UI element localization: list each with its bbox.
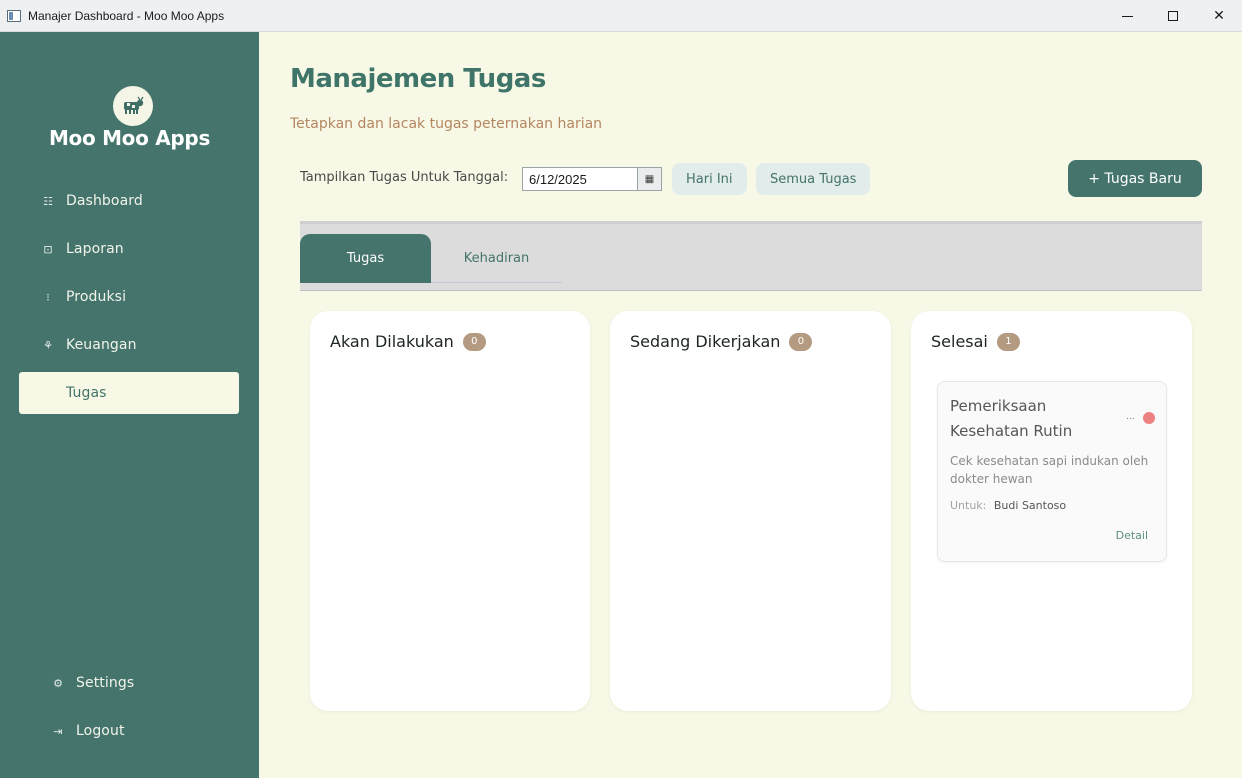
- task-assignee: Untuk: Budi Santoso: [950, 499, 1066, 512]
- task-description: Cek kesehatan sapi indukan oleh dokter h…: [950, 454, 1149, 486]
- minimize-button[interactable]: [1104, 0, 1150, 32]
- sidebar-item-label: Laporan: [66, 241, 124, 257]
- date-filter-label: Tampilkan Tugas Untuk Tanggal:: [300, 170, 509, 185]
- count-badge: 1: [996, 332, 1020, 351]
- new-task-button[interactable]: + Tugas Baru: [1068, 160, 1202, 197]
- sidebar-item-label: Dashboard: [66, 193, 143, 209]
- settings-icon: ⚙: [53, 676, 63, 690]
- assignee-name: Budi Santoso: [993, 499, 1067, 512]
- assignee-label: Untuk:: [950, 499, 987, 512]
- sidebar-item-label: Produksi: [66, 289, 127, 305]
- task-card[interactable]: Pemeriksaan Kesehatan Rutin ... Cek kese…: [937, 381, 1167, 562]
- window-title: Manajer Dashboard - Moo Moo Apps: [28, 8, 225, 23]
- more-options-icon[interactable]: ...: [1126, 412, 1135, 422]
- sidebar-item-label: Tugas: [66, 385, 107, 401]
- today-button[interactable]: Hari Ini: [672, 163, 747, 195]
- minimize-icon: [1121, 15, 1133, 17]
- window-titlebar: Manajer Dashboard - Moo Moo Apps ✕: [0, 0, 1242, 32]
- tab-bar: Tugas Kehadiran: [300, 221, 1202, 291]
- column-in-progress: Sedang Dikerjakan 0: [610, 311, 891, 711]
- column-title: Sedang Dikerjakan: [630, 332, 781, 351]
- production-icon: ⁝: [46, 290, 50, 304]
- sidebar-item-keuangan[interactable]: ⚘ Keuangan: [19, 324, 239, 366]
- window-controls: ✕: [1104, 0, 1242, 32]
- tab-kehadiran[interactable]: Kehadiran: [431, 234, 562, 283]
- sidebar-item-dashboard[interactable]: ☷ Dashboard: [19, 180, 239, 222]
- count-badge: 0: [789, 332, 813, 351]
- column-title: Akan Dilakukan: [330, 332, 454, 351]
- all-tasks-button[interactable]: Semua Tugas: [756, 163, 871, 195]
- page-title: Manajemen Tugas: [290, 64, 546, 94]
- tab-tugas[interactable]: Tugas: [300, 234, 431, 283]
- date-field[interactable]: 6/12/2025: [523, 168, 637, 190]
- sidebar-item-logout[interactable]: ⇥ Logout: [19, 710, 239, 752]
- logout-icon: ⇥: [53, 724, 63, 738]
- priority-dot-icon: [1143, 412, 1155, 424]
- task-detail-link[interactable]: Detail: [1116, 529, 1148, 542]
- sidebar-item-laporan[interactable]: ⊡ Laporan: [19, 228, 239, 270]
- column-header: Sedang Dikerjakan 0: [630, 332, 813, 351]
- report-icon: ⊡: [43, 242, 53, 256]
- column-done: Selesai 1 Pemeriksaan Kesehatan Rutin ..…: [911, 311, 1192, 711]
- cow-icon: [113, 86, 153, 126]
- app-window-icon: [7, 9, 21, 22]
- count-badge: 0: [462, 332, 486, 351]
- sidebar-item-tugas[interactable]: Tugas: [19, 372, 239, 414]
- finance-icon: ⚘: [43, 338, 53, 352]
- maximize-icon: [1168, 11, 1178, 21]
- page-subtitle: Tetapkan dan lacak tugas peternakan hari…: [290, 116, 603, 132]
- column-header: Selesai 1: [931, 332, 1020, 351]
- column-todo: Akan Dilakukan 0: [310, 311, 590, 711]
- calendar-icon[interactable]: ▦: [637, 168, 661, 190]
- column-header: Akan Dilakukan 0: [330, 332, 486, 351]
- date-picker[interactable]: 6/12/2025 ▦: [522, 167, 662, 191]
- sidebar-item-produksi[interactable]: ⁝ Produksi: [19, 276, 239, 318]
- sidebar-item-label: Logout: [76, 723, 125, 739]
- close-icon: ✕: [1213, 8, 1225, 24]
- sidebar-item-label: Keuangan: [66, 337, 137, 353]
- column-title: Selesai: [931, 332, 988, 351]
- dashboard-icon: ☷: [43, 194, 53, 208]
- close-button[interactable]: ✕: [1196, 0, 1242, 32]
- maximize-button[interactable]: [1150, 0, 1196, 32]
- sidebar-item-label: Settings: [76, 675, 135, 691]
- sidebar: Moo Moo Apps ☷ Dashboard ⊡ Laporan ⁝ Pro…: [0, 32, 259, 778]
- sidebar-item-settings[interactable]: ⚙ Settings: [19, 662, 239, 704]
- brand-name: Moo Moo Apps: [48, 126, 211, 150]
- task-title: Pemeriksaan Kesehatan Rutin: [950, 397, 1073, 440]
